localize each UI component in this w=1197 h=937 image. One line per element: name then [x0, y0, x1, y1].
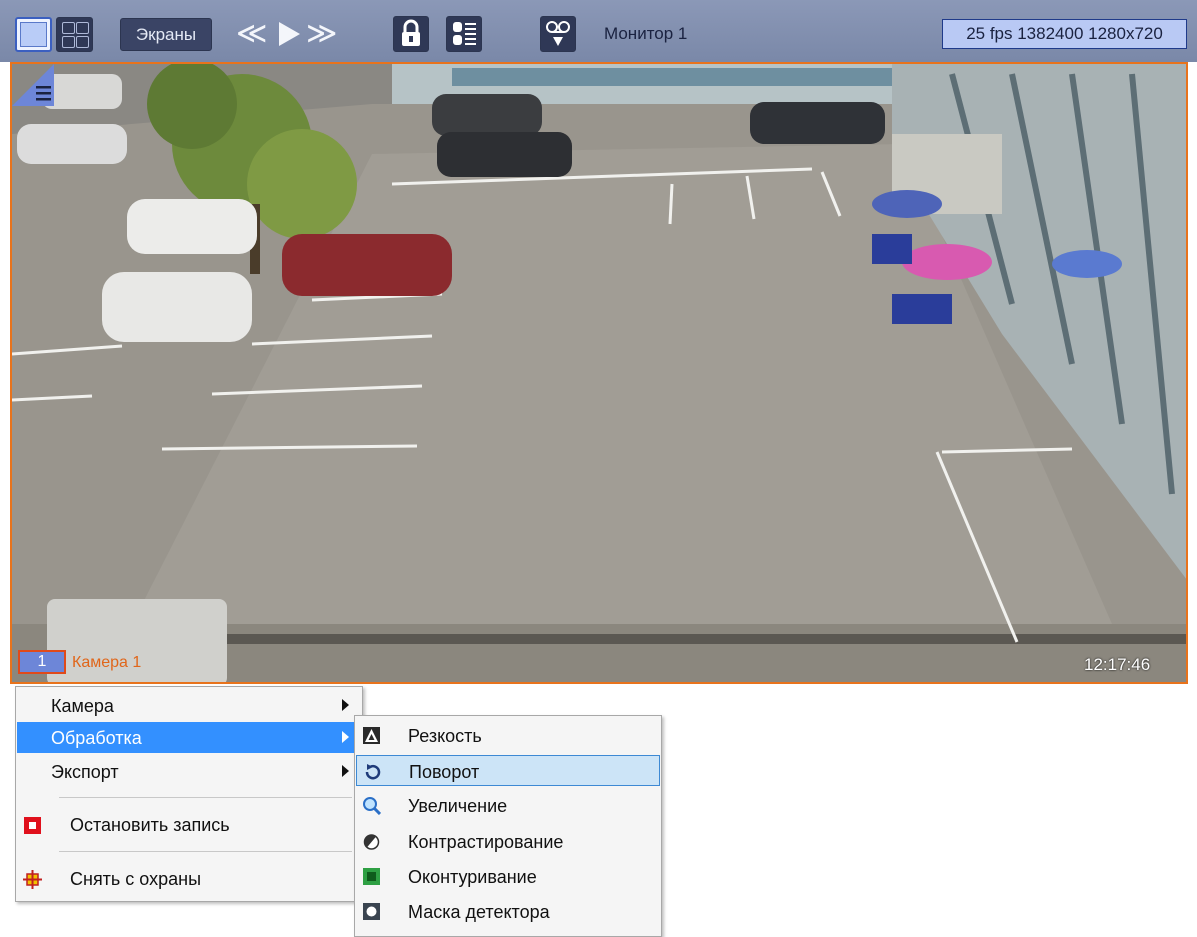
submenu-item-sharpness[interactable]: Резкость [356, 720, 660, 751]
menu-item-disarm[interactable]: Снять с охраны [17, 863, 361, 894]
submenu-item-label: Увеличение [408, 796, 508, 816]
submenu-item-label: Контрастирование [408, 832, 564, 852]
submenu-item-label: Оконтуривание [408, 867, 537, 887]
submenu-item-contrast[interactable]: Контрастирование [356, 826, 660, 857]
submenu-arrow-icon [342, 699, 349, 711]
submenu-item-label: Поворот [409, 762, 480, 782]
camera-context-menu: Камера Обработка Экспорт Остановить запи… [15, 686, 363, 902]
camera-number-badge[interactable]: 1 [18, 650, 66, 674]
submenu-item-contour[interactable]: Оконтуривание [356, 861, 660, 892]
rewind-icon[interactable]: ≪ [236, 17, 267, 51]
toolbar: Экраны ≪ ≫ Монитор 1 25 fps 1382400 1280… [0, 0, 1197, 62]
archive-button[interactable] [540, 16, 576, 52]
menu-item-label: Обработка [51, 728, 142, 748]
record-archive-icon [546, 21, 570, 46]
menu-item-label: Снять с охраны [70, 869, 202, 889]
lock-icon [402, 19, 420, 46]
submenu-item-detector-mask[interactable]: Маска детектора [356, 896, 660, 927]
menu-item-export[interactable]: Экспорт [17, 756, 361, 787]
menu-item-camera[interactable]: Камера [17, 690, 361, 721]
submenu-arrow-icon [342, 765, 349, 777]
menu-item-label: Камера [51, 696, 114, 716]
sharpness-icon [363, 727, 380, 744]
rotate-icon [365, 764, 381, 780]
menu-item-stop-recording[interactable]: Остановить запись [17, 809, 361, 840]
stop-record-icon [24, 817, 41, 834]
single-layout-button[interactable] [15, 17, 52, 52]
single-layout-icon [20, 22, 47, 47]
menu-separator [59, 797, 352, 798]
detector-mask-icon [363, 903, 380, 920]
camera-feed-image [12, 64, 1186, 682]
submenu-arrow-icon [342, 731, 349, 743]
submenu-item-label: Резкость [408, 726, 482, 746]
camera-name: Камера 1 [72, 654, 142, 671]
contrast-icon [363, 834, 380, 850]
submenu-item-rotate[interactable]: Поворот [356, 755, 660, 786]
submenu-item-zoom[interactable]: Увеличение [356, 790, 660, 821]
contour-icon [363, 868, 380, 885]
menu-item-processing[interactable]: Обработка [17, 722, 361, 753]
disarm-icon [23, 870, 42, 889]
lock-button[interactable] [393, 16, 429, 52]
monitor-label: Монитор 1 [604, 24, 688, 43]
list-icon [453, 22, 476, 45]
menu-item-label: Экспорт [51, 762, 119, 782]
menu-item-label: Остановить запись [70, 815, 230, 835]
forward-icon[interactable]: ≫ [306, 17, 337, 51]
play-icon[interactable] [276, 20, 302, 48]
camera-video-frame[interactable]: 1 Камера 1 12:17:46 [10, 62, 1188, 684]
video-timestamp: 12:17:46 [1084, 655, 1151, 674]
list-button[interactable] [446, 16, 482, 52]
camera-menu-icon[interactable] [12, 64, 54, 106]
menu-separator [59, 851, 352, 852]
quad-layout-button[interactable] [56, 17, 93, 52]
screens-button[interactable]: Экраны [120, 18, 212, 51]
processing-submenu: Резкость Поворот Увеличение Контрастиров… [354, 715, 662, 937]
stream-info: 25 fps 1382400 1280x720 [942, 19, 1187, 49]
zoom-icon [363, 797, 381, 815]
submenu-item-label: Маска детектора [408, 902, 550, 922]
